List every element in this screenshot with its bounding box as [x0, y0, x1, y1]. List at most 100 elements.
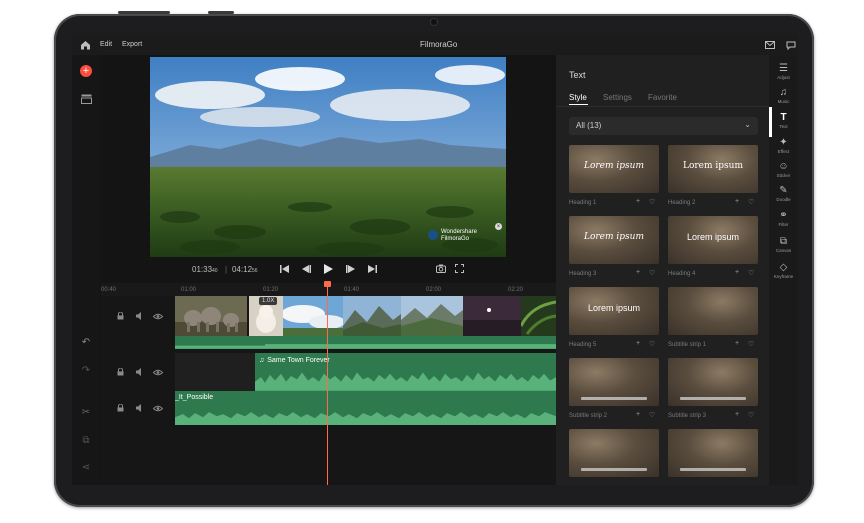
visibility-icon[interactable] [153, 403, 163, 413]
power-button [208, 11, 234, 14]
lock-icon[interactable] [115, 367, 125, 377]
favorite-heart-icon[interactable]: ♡ [649, 340, 655, 348]
audio-clip[interactable]: _It_Possible [175, 391, 556, 425]
subtitle-strip [680, 397, 746, 400]
tool-doodle[interactable]: ✎ Doodle [769, 185, 798, 202]
favorite-heart-icon[interactable]: ♡ [748, 411, 754, 419]
ruler-label: 02:00 [426, 287, 442, 293]
video-clip-night[interactable] [463, 296, 521, 336]
mute-icon[interactable] [135, 311, 145, 321]
adjust-icon: ☰ [779, 63, 788, 74]
tab-favorite[interactable]: Favorite [648, 93, 677, 102]
tool-text[interactable]: T Text [769, 112, 798, 129]
music-clip-title: ♫ Same Town Forever [259, 357, 330, 364]
speed-badge[interactable]: 1.0X [259, 297, 278, 305]
text-template-card[interactable]: Lorem ipsum [569, 287, 659, 335]
favorite-heart-icon[interactable]: ♡ [748, 198, 754, 206]
tool-canvas[interactable]: ⧉ Canvas [769, 236, 798, 253]
play-icon[interactable] [323, 263, 334, 274]
text-template-card[interactable]: Lorem ipsum [668, 216, 758, 264]
tool-music[interactable]: ♫ Music [769, 87, 798, 104]
share-icon[interactable]: ⋖ [80, 462, 92, 474]
timeline[interactable]: 00:40 01:00 01:20 01:40 02:00 02:20 1.0X… [101, 283, 556, 485]
add-icon[interactable]: + [735, 269, 739, 276]
text-template-card[interactable]: Lorem ipsum [569, 145, 659, 193]
template-filter-dropdown[interactable]: All (13) ⌄ [569, 117, 758, 135]
lock-icon[interactable] [115, 311, 125, 321]
snapshot-icon[interactable] [435, 263, 446, 274]
mail-icon[interactable] [764, 40, 775, 50]
favorite-heart-icon[interactable]: ♡ [649, 198, 655, 206]
media-library-icon[interactable] [80, 93, 92, 105]
tool-filter[interactable]: ⚭ Filter [769, 210, 798, 227]
template-label: Heading 3 [569, 271, 597, 277]
visibility-icon[interactable] [153, 311, 163, 321]
add-icon[interactable]: + [636, 269, 640, 276]
playhead[interactable] [324, 281, 331, 485]
video-audio-strip[interactable] [175, 336, 556, 349]
edit-menu[interactable]: Edit [100, 41, 112, 48]
template-label: Heading 5 [569, 342, 597, 348]
watermark: Wondershare FilmoraGo [441, 229, 477, 242]
redo-icon[interactable]: ↷ [80, 365, 92, 377]
tool-keyframe[interactable]: ◇ Keyframe [769, 262, 798, 279]
visibility-icon[interactable] [153, 367, 163, 377]
mute-icon[interactable] [135, 403, 145, 413]
music-track-controls [101, 353, 175, 391]
add-icon[interactable]: + [636, 411, 640, 418]
tool-adjust[interactable]: ☰ Adjust [769, 63, 798, 80]
template-label: Heading 2 [668, 200, 696, 206]
add-media-icon[interactable]: + [80, 65, 92, 77]
text-template-card[interactable] [668, 358, 758, 406]
text-template-card[interactable]: Lorem ipsum [569, 216, 659, 264]
tab-settings[interactable]: Settings [603, 93, 632, 102]
favorite-heart-icon[interactable]: ♡ [649, 411, 655, 419]
favorite-heart-icon[interactable]: ♡ [649, 269, 655, 277]
playhead-handle[interactable] [324, 281, 331, 287]
export-menu[interactable]: Export [122, 41, 142, 48]
close-watermark-icon[interactable]: × [495, 223, 502, 230]
video-clip-foliage[interactable] [521, 296, 556, 336]
add-icon[interactable]: + [735, 340, 739, 347]
copy-icon[interactable]: ⧉ [80, 435, 92, 447]
text-template-card[interactable]: Lorem ipsum [668, 145, 758, 193]
template-label: Subtitle strip 1 [668, 342, 707, 348]
video-clip-valley[interactable] [401, 296, 463, 336]
chat-icon[interactable] [785, 40, 796, 50]
undo-icon[interactable]: ↶ [80, 337, 92, 349]
mute-icon[interactable] [135, 367, 145, 377]
prev-frame-icon[interactable] [301, 264, 311, 274]
skip-end-icon[interactable] [367, 264, 377, 274]
wondershare-logo-icon [428, 230, 438, 240]
lock-icon[interactable] [115, 403, 125, 413]
template-preview-text: Lorem ipsum [682, 161, 743, 171]
music-clip[interactable]: ♫ Same Town Forever [255, 353, 556, 391]
dropdown-value: All (13) [576, 121, 602, 130]
text-template-card[interactable] [569, 429, 659, 477]
video-clip-sky[interactable] [283, 296, 343, 336]
favorite-heart-icon[interactable]: ♡ [748, 269, 754, 277]
skip-start-icon[interactable] [279, 264, 289, 274]
app-screen: Edit Export FilmoraGo + ↶ ↷ ✂ ⧉ ⋖ 🗑 [72, 35, 798, 485]
text-template-card[interactable] [668, 287, 758, 335]
right-toolbar: ☰ Adjust ♫ Music T Text ✦ Effect ☺ Sticker ✎ Doodle… [769, 55, 798, 485]
tool-effect[interactable]: ✦ Effect [769, 137, 798, 154]
video-clip-mountains[interactable] [343, 296, 401, 336]
add-icon[interactable]: + [735, 198, 739, 205]
video-preview[interactable]: Wondershare FilmoraGo × [150, 57, 506, 257]
subtitle-strip [581, 397, 647, 400]
fullscreen-icon[interactable] [454, 263, 465, 274]
video-clip-elephants[interactable] [175, 296, 247, 336]
text-template-card[interactable] [668, 429, 758, 477]
text-template-card[interactable] [569, 358, 659, 406]
home-icon[interactable] [79, 40, 91, 50]
add-icon[interactable]: + [636, 340, 640, 347]
add-icon[interactable]: + [735, 411, 739, 418]
tab-style[interactable]: Style [569, 93, 587, 102]
favorite-heart-icon[interactable]: ♡ [748, 340, 754, 348]
split-icon[interactable]: ✂ [80, 407, 92, 419]
front-camera [431, 19, 437, 25]
add-icon[interactable]: + [636, 198, 640, 205]
tool-sticker[interactable]: ☺ Sticker [769, 161, 798, 178]
next-frame-icon[interactable] [345, 264, 355, 274]
